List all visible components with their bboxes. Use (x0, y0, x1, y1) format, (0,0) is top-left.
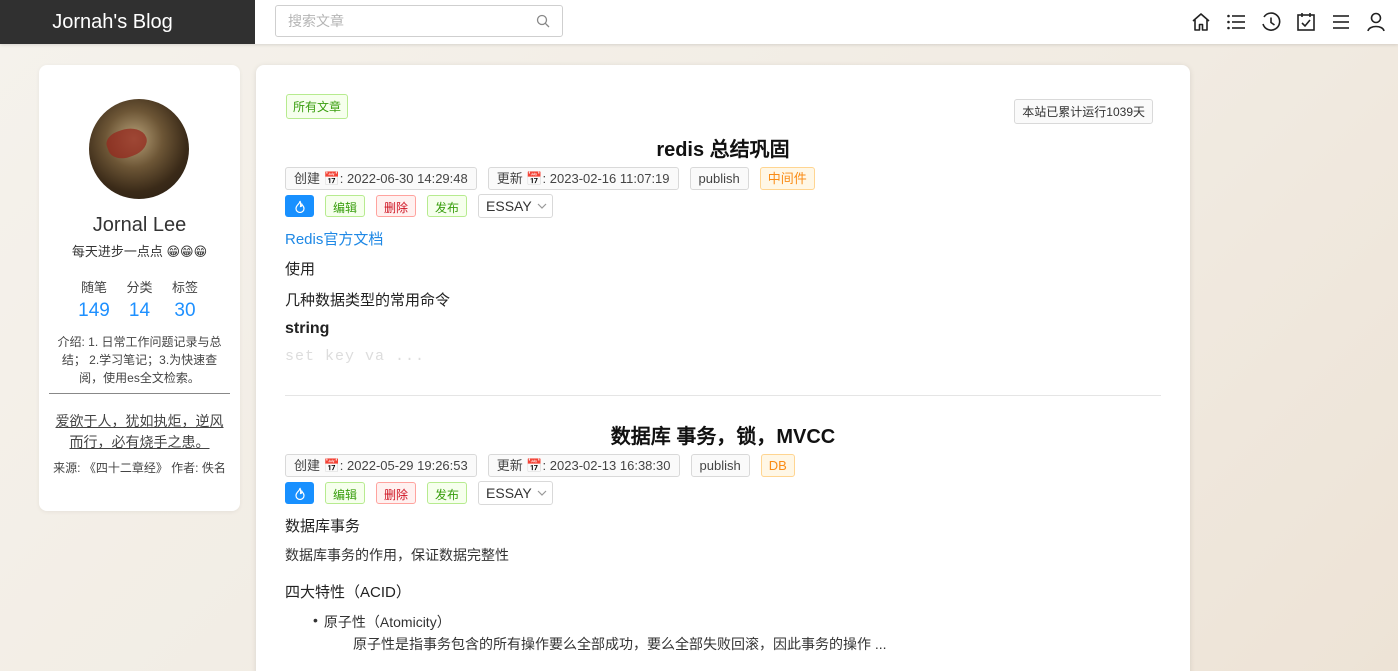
excerpt-line: 使用 (285, 261, 316, 278)
type-select-value: ESSAY (486, 198, 532, 214)
search-input[interactable] (276, 6, 516, 36)
runtime-badge: 本站已累计运行1039天 (1014, 99, 1153, 124)
category-badge[interactable]: 中间件 (759, 167, 815, 190)
post-excerpt: 数据库事务 数据库事务的作用，保证数据完整性 四大特性（ACID） • 原子性（… (285, 515, 1161, 654)
excerpt-line: 数据库事务的作用，保证数据完整性 (285, 547, 509, 563)
list-icon[interactable] (1224, 9, 1248, 35)
created-date: 创建 📅: 2022-06-30 14:29:48 (285, 167, 477, 190)
divider (49, 393, 230, 394)
post-actions: 编辑 删除 发布 ESSAY (285, 194, 1161, 218)
all-posts-tag[interactable]: 所有文章 (286, 94, 349, 119)
user-icon[interactable] (1364, 9, 1388, 35)
created-date: 创建 📅: 2022-05-29 19:26:53 (285, 454, 477, 477)
fire-icon (294, 487, 305, 500)
post-meta: 创建 📅: 2022-05-29 19:26:53 更新 📅: 2023-02-… (285, 454, 1161, 477)
excerpt-code: set key va ... (285, 348, 426, 365)
fire-icon (294, 200, 305, 213)
stat-essays: 随笔 149 (72, 277, 116, 322)
post-excerpt: Redis官方文档 使用 几种数据类型的常用命令 string set key … (285, 228, 1161, 365)
stat-label: 标签 (171, 280, 198, 295)
calendar-check-icon[interactable] (1294, 9, 1318, 35)
edit-button[interactable]: 编辑 (325, 482, 366, 504)
stat-tags: 标签 30 (163, 277, 207, 322)
excerpt-link[interactable]: Redis官方文档 (285, 228, 1161, 248)
excerpt-line: 原子性是指事务包含的所有操作要么全部成功，要么全部失败回滚，因此事务的操作 ..… (353, 636, 887, 652)
chevron-down-icon (537, 203, 547, 209)
publish-button[interactable]: 发布 (427, 482, 468, 504)
status-badge: publish (689, 167, 749, 190)
stat-label: 分类 (126, 280, 153, 295)
publish-button[interactable]: 发布 (427, 195, 468, 217)
stat-value[interactable]: 149 (72, 300, 116, 322)
updated-date: 更新 📅: 2023-02-13 16:38:30 (487, 454, 680, 477)
excerpt-heading: 四大特性（ACID） (285, 584, 411, 601)
history-icon[interactable] (1259, 9, 1283, 35)
updated-date: 更新 📅: 2023-02-16 11:07:19 (487, 167, 679, 190)
home-icon[interactable] (1189, 9, 1213, 35)
post-item: 数据库 事务，锁，MVCC 创建 📅: 2022-05-29 19:26:53 … (285, 425, 1161, 654)
stat-value[interactable]: 14 (118, 300, 162, 322)
profile-stats: 随笔 149 分类 14 标签 30 (72, 277, 207, 322)
hot-button[interactable] (285, 195, 314, 217)
status-badge: publish (690, 454, 750, 477)
post-item: redis 总结巩固 创建 📅: 2022-06-30 14:29:48 更新 … (285, 138, 1161, 365)
avatar[interactable] (89, 99, 189, 199)
search-icon[interactable] (536, 14, 550, 28)
excerpt-heading: 数据库事务 (285, 518, 361, 535)
chevron-down-icon (537, 490, 547, 496)
menu-icon[interactable] (1329, 9, 1353, 35)
stat-value[interactable]: 30 (163, 300, 207, 322)
post-list-card: 所有文章 本站已累计运行1039天 redis 总结巩固 创建 📅: 2022-… (256, 65, 1190, 671)
stat-label: 随笔 (80, 280, 107, 295)
type-select-value: ESSAY (486, 485, 532, 501)
delete-button[interactable]: 删除 (376, 482, 417, 504)
profile-intro: 介绍: 1. 日常工作问题记录与总结； 2.学习笔记；3.为快速查阅，使用es全… (57, 335, 222, 385)
post-meta: 创建 📅: 2022-06-30 14:29:48 更新 📅: 2023-02-… (285, 167, 1161, 190)
top-navbar: Jornah's Blog (0, 0, 1398, 44)
excerpt-heading: string (285, 320, 330, 337)
nav-icon-group (1189, 9, 1388, 35)
profile-name: Jornal Lee (92, 214, 187, 236)
edit-button[interactable]: 编辑 (325, 195, 366, 217)
profile-motto: 每天进步一点点 😁😁😁 (71, 244, 208, 259)
category-badge[interactable]: DB (760, 454, 795, 477)
post-title[interactable]: 数据库 事务，锁，MVCC (285, 425, 1161, 449)
list-item: • 原子性（Atomicity） (313, 612, 1161, 632)
list-item-text: 原子性（Atomicity） (323, 614, 451, 630)
profile-card: Jornal Lee 每天进步一点点 😁😁😁 随笔 149 分类 14 标签 3… (39, 65, 240, 511)
post-divider (285, 395, 1161, 396)
type-select[interactable]: ESSAY (478, 481, 554, 505)
bullet-icon: • (313, 612, 318, 628)
search-box (275, 5, 563, 37)
quote-source: 来源: 《四十二章经》 作者: 佚名 (53, 461, 226, 475)
quote-text[interactable]: 爱欲于人，犹如执炬，逆风而行，必有烧手之患。 (51, 411, 228, 453)
post-actions: 编辑 删除 发布 ESSAY (285, 481, 1161, 505)
excerpt-line: 几种数据类型的常用命令 (285, 292, 451, 309)
stat-categories: 分类 14 (118, 277, 162, 322)
type-select[interactable]: ESSAY (478, 194, 554, 218)
delete-button[interactable]: 删除 (376, 195, 417, 217)
post-title[interactable]: redis 总结巩固 (285, 138, 1161, 162)
site-brand[interactable]: Jornah's Blog (0, 0, 255, 44)
hot-button[interactable] (285, 482, 314, 504)
